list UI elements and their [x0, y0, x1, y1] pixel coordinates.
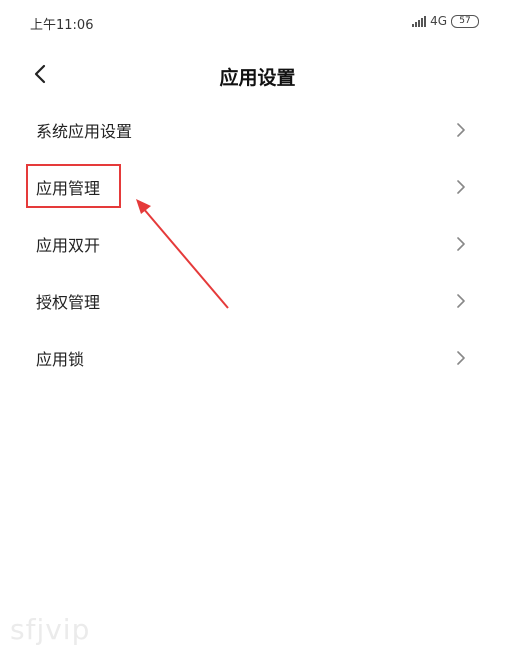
list-item-label: 应用双开	[36, 235, 101, 255]
list-item-permissions[interactable]: 授权管理	[0, 272, 515, 329]
header: 应用设置	[0, 55, 515, 95]
chevron-right-icon	[457, 236, 465, 251]
watermark: sfjvip	[10, 613, 91, 646]
page-title: 应用设置	[219, 67, 296, 89]
chevron-right-icon	[457, 122, 465, 137]
highlight-box	[26, 164, 121, 208]
chevron-right-icon	[457, 293, 465, 308]
status-indicators: 4G 57	[412, 14, 479, 28]
list-item-label: 系统应用设置	[36, 121, 133, 141]
battery-level: 57	[459, 15, 471, 26]
chevron-right-icon	[457, 350, 465, 365]
network-type: 4G	[430, 14, 447, 28]
signal-icon	[412, 15, 427, 27]
list-item-system-app-settings[interactable]: 系统应用设置	[0, 101, 515, 158]
status-time: 上午11:06	[30, 18, 94, 33]
list-item-label: 授权管理	[36, 292, 101, 312]
list-item-dual-apps[interactable]: 应用双开	[0, 215, 515, 272]
settings-list: 系统应用设置 应用管理 应用双开 授权管理 应用锁	[0, 101, 515, 386]
status-bar: 上午11:06 4G 57	[0, 0, 515, 44]
list-item-label: 应用锁	[36, 349, 85, 369]
list-item-app-lock[interactable]: 应用锁	[0, 329, 515, 386]
chevron-right-icon	[457, 179, 465, 194]
battery-icon: 57	[451, 14, 479, 28]
